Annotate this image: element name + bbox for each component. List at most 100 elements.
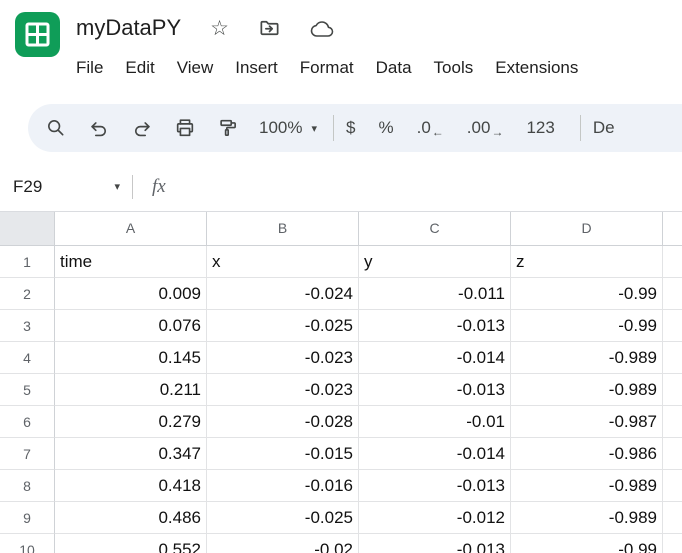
cell-B2[interactable]: -0.024 [207, 278, 359, 310]
row-header-6[interactable]: 6 [0, 406, 55, 438]
cell-B9[interactable]: -0.025 [207, 502, 359, 534]
menu-file[interactable]: File [65, 54, 114, 82]
decrease-decimal-button[interactable]: .0 ← [417, 118, 444, 138]
cell-D7[interactable]: -0.986 [511, 438, 663, 470]
row-header-1[interactable]: 1 [0, 246, 55, 278]
cell-C7[interactable]: -0.014 [359, 438, 511, 470]
row-header-9[interactable]: 9 [0, 502, 55, 534]
toolbar-divider [333, 115, 334, 141]
cell-C3[interactable]: -0.013 [359, 310, 511, 342]
menu-edit[interactable]: Edit [114, 54, 165, 82]
menu-view[interactable]: View [166, 54, 225, 82]
currency-format-button[interactable]: $ [346, 118, 355, 138]
redo-icon[interactable] [130, 117, 154, 139]
name-box[interactable]: F29 ▾ [0, 177, 132, 197]
cell-partial-3[interactable] [663, 310, 682, 342]
cell-B3[interactable]: -0.025 [207, 310, 359, 342]
more-formats-button[interactable]: 123 [526, 118, 554, 138]
font-selector[interactable]: De [593, 118, 615, 138]
star-icon[interactable]: ☆ [210, 18, 229, 39]
cell-D9[interactable]: -0.989 [511, 502, 663, 534]
row-header-3[interactable]: 3 [0, 310, 55, 342]
cell-A1[interactable]: time [55, 246, 207, 278]
cell-B7[interactable]: -0.015 [207, 438, 359, 470]
cell-C4[interactable]: -0.014 [359, 342, 511, 374]
row-header-5[interactable]: 5 [0, 374, 55, 406]
print-icon[interactable] [173, 117, 197, 139]
cell-D4[interactable]: -0.989 [511, 342, 663, 374]
menu-insert[interactable]: Insert [224, 54, 289, 82]
paint-format-icon[interactable] [216, 117, 240, 139]
cell-A3[interactable]: 0.076 [55, 310, 207, 342]
cell-C2[interactable]: -0.011 [359, 278, 511, 310]
increase-decimal-arrow-icon: → [491, 125, 503, 139]
cell-partial-6[interactable] [663, 406, 682, 438]
cell-C10[interactable]: -0.013 [359, 534, 511, 553]
cell-A7[interactable]: 0.347 [55, 438, 207, 470]
cell-partial-7[interactable] [663, 438, 682, 470]
cell-B4[interactable]: -0.023 [207, 342, 359, 374]
cell-C9[interactable]: -0.012 [359, 502, 511, 534]
cell-C8[interactable]: -0.013 [359, 470, 511, 502]
cell-D1[interactable]: z [511, 246, 663, 278]
spreadsheet-grid: ABCD1timexyz20.009-0.024-0.011-0.9930.07… [0, 212, 682, 553]
cell-B6[interactable]: -0.028 [207, 406, 359, 438]
percent-format-button[interactable]: % [378, 118, 393, 138]
undo-icon[interactable] [87, 117, 111, 139]
cell-C5[interactable]: -0.013 [359, 374, 511, 406]
cell-partial-10[interactable] [663, 534, 682, 553]
formula-bar: F29 ▾ fx [0, 162, 682, 212]
cell-D2[interactable]: -0.99 [511, 278, 663, 310]
cell-partial-5[interactable] [663, 374, 682, 406]
cell-D8[interactable]: -0.989 [511, 470, 663, 502]
cell-D3[interactable]: -0.99 [511, 310, 663, 342]
column-header-partial[interactable] [663, 212, 682, 246]
sheets-logo[interactable] [14, 11, 61, 58]
column-header-B[interactable]: B [207, 212, 359, 246]
cell-A10[interactable]: 0.552 [55, 534, 207, 553]
formula-input[interactable] [166, 162, 682, 211]
cell-D5[interactable]: -0.989 [511, 374, 663, 406]
move-folder-icon[interactable] [258, 17, 281, 40]
column-header-A[interactable]: A [55, 212, 207, 246]
cell-B8[interactable]: -0.016 [207, 470, 359, 502]
sheet-row-2: 20.009-0.024-0.011-0.99 [0, 278, 682, 310]
cell-B10[interactable]: -0.02 [207, 534, 359, 553]
cell-A5[interactable]: 0.211 [55, 374, 207, 406]
cell-A4[interactable]: 0.145 [55, 342, 207, 374]
row-header-4[interactable]: 4 [0, 342, 55, 374]
cell-partial-2[interactable] [663, 278, 682, 310]
row-header-7[interactable]: 7 [0, 438, 55, 470]
row-header-10[interactable]: 10 [0, 534, 55, 553]
cloud-status-icon[interactable] [310, 16, 334, 40]
cell-partial-1[interactable] [663, 246, 682, 278]
cell-B5[interactable]: -0.023 [207, 374, 359, 406]
column-header-D[interactable]: D [511, 212, 663, 246]
row-header-2[interactable]: 2 [0, 278, 55, 310]
cell-B1[interactable]: x [207, 246, 359, 278]
menu-data[interactable]: Data [365, 54, 423, 82]
cell-A2[interactable]: 0.009 [55, 278, 207, 310]
increase-decimal-button[interactable]: .00 → [467, 118, 504, 138]
row-header-8[interactable]: 8 [0, 470, 55, 502]
chevron-down-icon: ▾ [311, 122, 317, 135]
menu-tools[interactable]: Tools [423, 54, 485, 82]
column-header-C[interactable]: C [359, 212, 511, 246]
cell-C6[interactable]: -0.01 [359, 406, 511, 438]
cell-D10[interactable]: -0.99 [511, 534, 663, 553]
cell-A6[interactable]: 0.279 [55, 406, 207, 438]
select-all-corner[interactable] [0, 212, 55, 246]
cell-A8[interactable]: 0.418 [55, 470, 207, 502]
cell-D6[interactable]: -0.987 [511, 406, 663, 438]
menu-extensions[interactable]: Extensions [484, 54, 589, 82]
search-icon[interactable] [44, 117, 68, 139]
document-title[interactable]: myDataPY [76, 15, 181, 41]
cell-C1[interactable]: y [359, 246, 511, 278]
chevron-down-icon: ▾ [114, 180, 120, 193]
cell-partial-9[interactable] [663, 502, 682, 534]
menu-format[interactable]: Format [289, 54, 365, 82]
zoom-selector[interactable]: 100% ▾ [259, 118, 317, 138]
cell-partial-8[interactable] [663, 470, 682, 502]
cell-partial-4[interactable] [663, 342, 682, 374]
cell-A9[interactable]: 0.486 [55, 502, 207, 534]
